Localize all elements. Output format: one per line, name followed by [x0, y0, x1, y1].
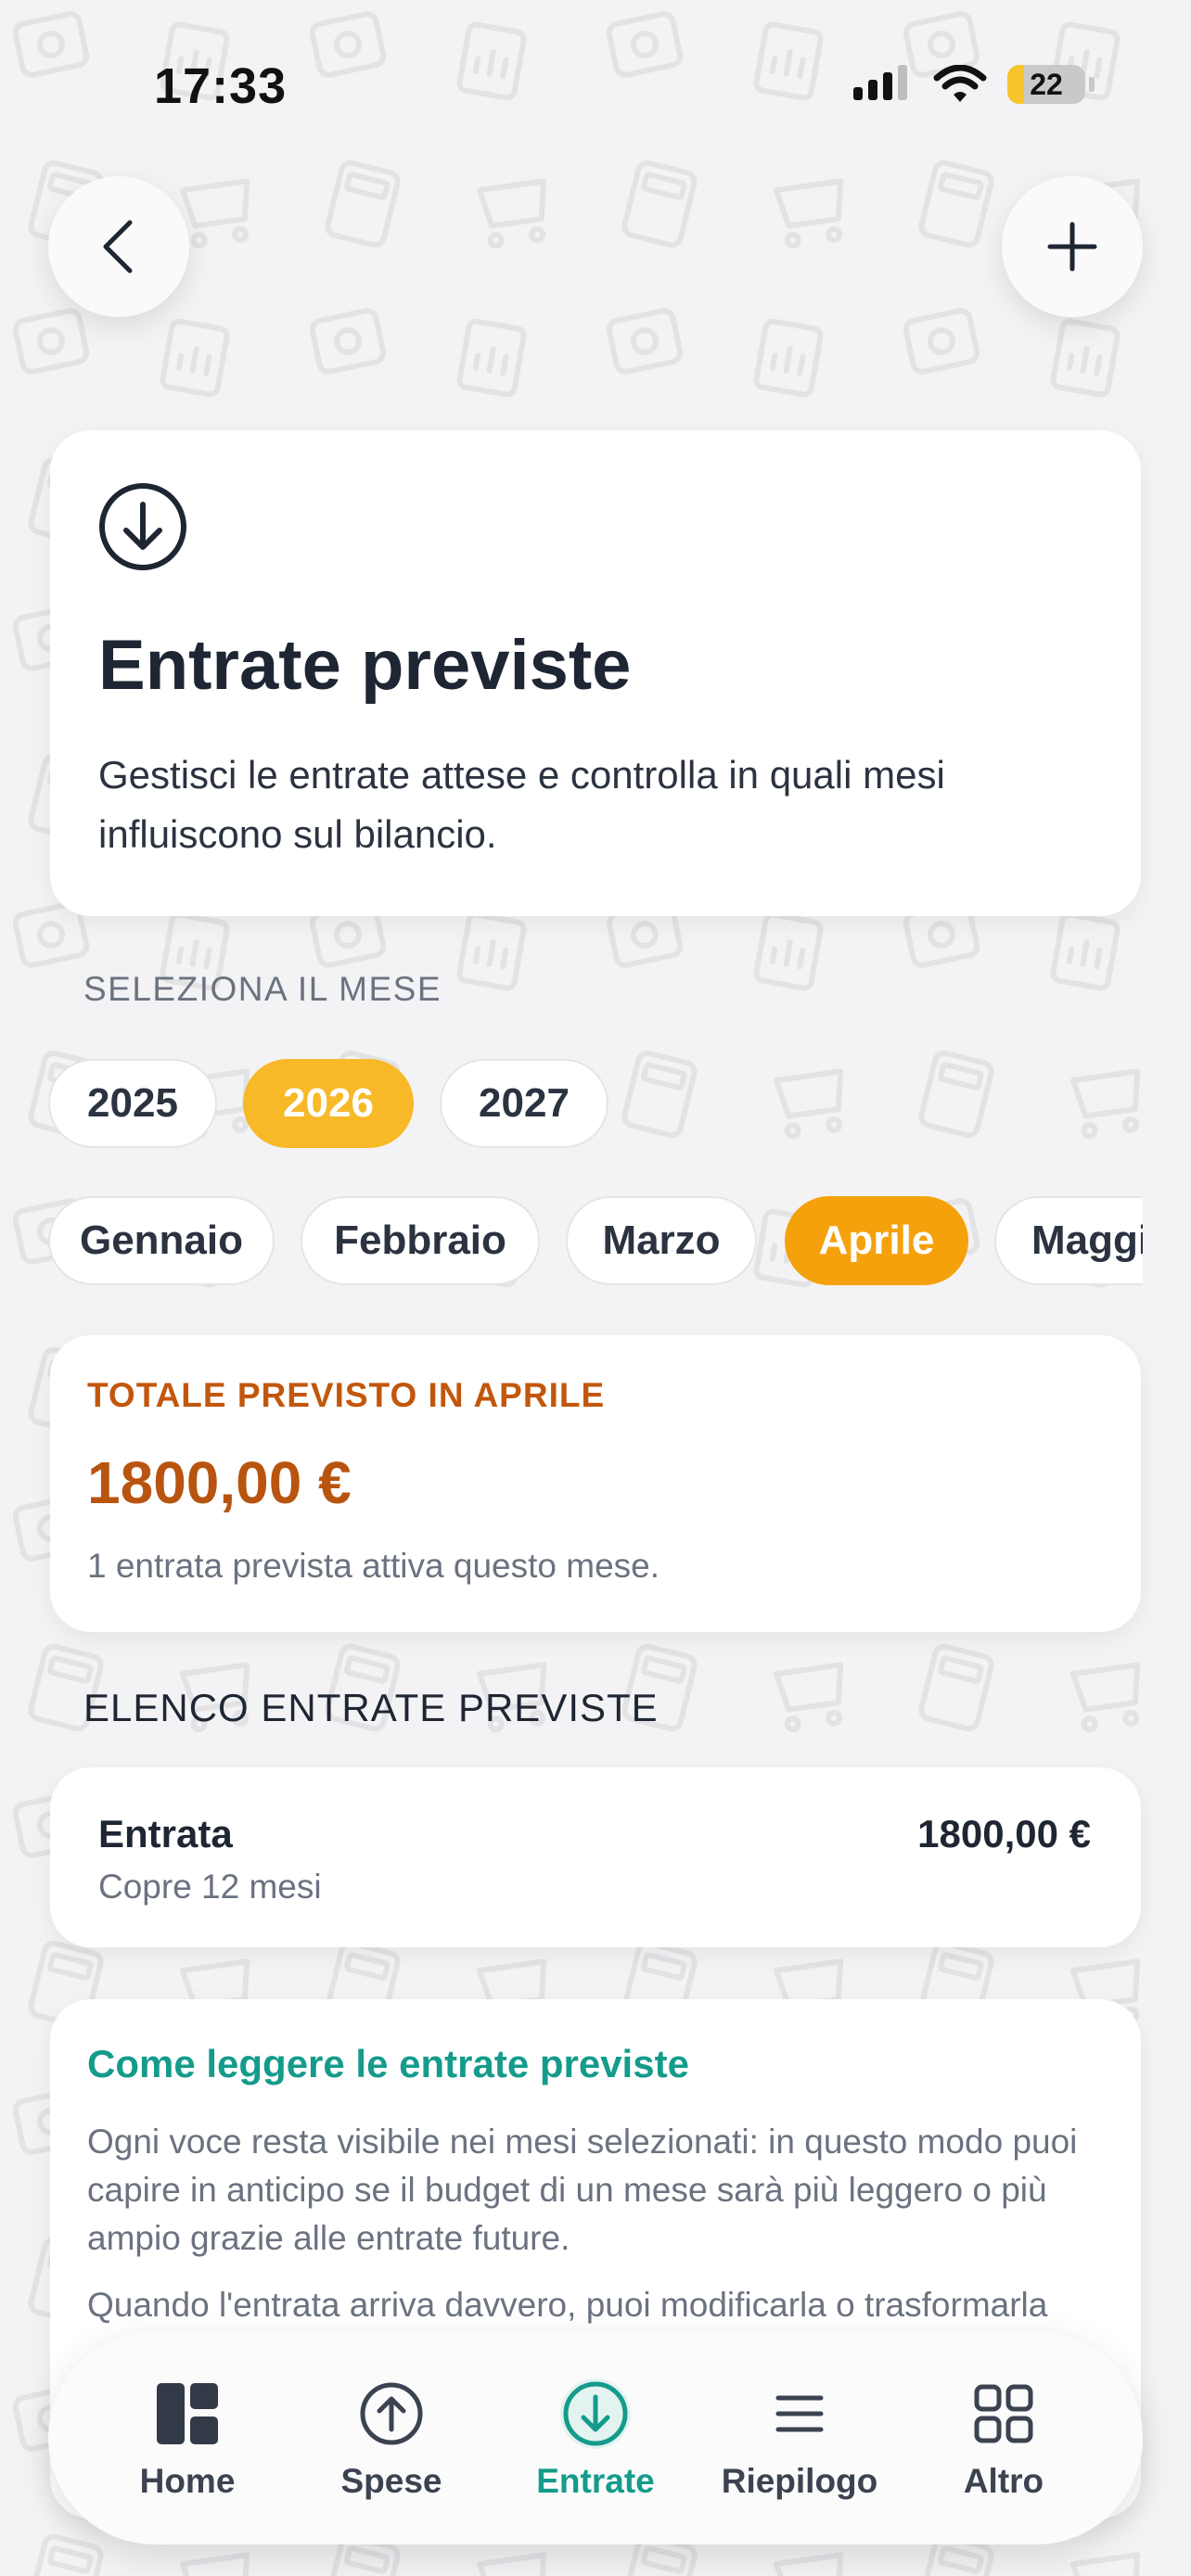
entry-amount: 1800,00 €	[917, 1812, 1091, 1855]
year-chip-2025[interactable]: 2025	[48, 1059, 217, 1148]
total-amount: 1800,00 €	[87, 1449, 352, 1516]
nav-label-altro: Altro	[963, 2462, 1044, 2500]
status-time: 17:33	[154, 58, 288, 114]
battery-indicator: 22	[1007, 65, 1085, 104]
total-label: TOTALE PREVISTO IN APRILE	[87, 1376, 606, 1414]
battery-level: 22	[1030, 67, 1063, 101]
list-section-label: ELENCO ENTRATE PREVISTE	[83, 1686, 659, 1729]
arrow-down-circle-icon	[557, 2375, 634, 2453]
wifi-icon	[933, 65, 987, 102]
signal-icon	[853, 65, 907, 100]
month-chip-febbraio[interactable]: Febbraio	[301, 1196, 540, 1285]
month-chip-gennaio[interactable]: Gennaio	[48, 1196, 275, 1285]
plus-icon	[1047, 222, 1097, 272]
nav-item-entrate[interactable]: Entrate	[503, 2375, 688, 2501]
arrow-down-circle-icon	[99, 483, 186, 570]
status-icons: 22	[852, 65, 1095, 104]
add-button[interactable]	[1002, 176, 1143, 317]
battery-fill	[1007, 65, 1025, 104]
month-chip-maggio[interactable]: Maggi	[994, 1196, 1143, 1285]
grid-icon	[965, 2375, 1043, 2453]
nav-item-spese[interactable]: Spese	[299, 2375, 484, 2501]
total-card: TOTALE PREVISTO IN APRILE 1800,00 € 1 en…	[50, 1335, 1141, 1632]
nav-item-home[interactable]: Home	[95, 2375, 280, 2501]
info-paragraph-2: Quando l'entrata arriva davvero, puoi mo…	[87, 2286, 1048, 2324]
entry-coverage: Copre 12 mesi	[98, 1868, 322, 1906]
back-button[interactable]	[48, 176, 189, 317]
nav-label-riepilogo: Riepilogo	[721, 2462, 878, 2500]
battery-tip	[1089, 77, 1095, 92]
year-chip-2027[interactable]: 2027	[440, 1059, 608, 1148]
nav-item-altro[interactable]: Altro	[911, 2375, 1096, 2501]
page-description: Gestisci le entrate attese e controlla i…	[98, 753, 945, 856]
nav-item-riepilogo[interactable]: Riepilogo	[707, 2375, 892, 2501]
entry-name: Entrata	[98, 1812, 233, 1855]
month-selector-label: SELEZIONA IL MESE	[83, 970, 442, 1008]
hero-card: Entrate previste Gestisci le entrate att…	[50, 430, 1141, 916]
list-item[interactable]: Entrata Copre 12 mesi 1800,00 €	[50, 1767, 1141, 1947]
nav-label-spese: Spese	[340, 2462, 442, 2500]
nav-label-entrate: Entrate	[536, 2462, 655, 2500]
chevron-left-icon	[103, 220, 133, 274]
info-paragraph-1: Ogni voce resta visibile nei mesi selezi…	[87, 2123, 1078, 2257]
year-chip-2026[interactable]: 2026	[243, 1059, 414, 1148]
month-chip-row[interactable]: Gennaio Febbraio Marzo Aprile Maggi	[48, 1196, 1143, 1289]
total-subtitle: 1 entrata prevista attiva questo mese.	[87, 1547, 660, 1585]
info-title: Come leggere le entrate previste	[87, 2042, 689, 2085]
nav-label-home: Home	[139, 2462, 236, 2500]
bottom-nav: Home Spese Entrate Riepilogo Altro	[48, 2331, 1143, 2544]
month-chip-aprile[interactable]: Aprile	[785, 1196, 968, 1285]
month-chip-marzo[interactable]: Marzo	[566, 1196, 757, 1285]
page-title: Entrate previste	[98, 626, 632, 705]
menu-lines-icon	[761, 2375, 839, 2453]
dashboard-icon	[148, 2375, 226, 2453]
arrow-up-circle-icon	[352, 2375, 430, 2453]
